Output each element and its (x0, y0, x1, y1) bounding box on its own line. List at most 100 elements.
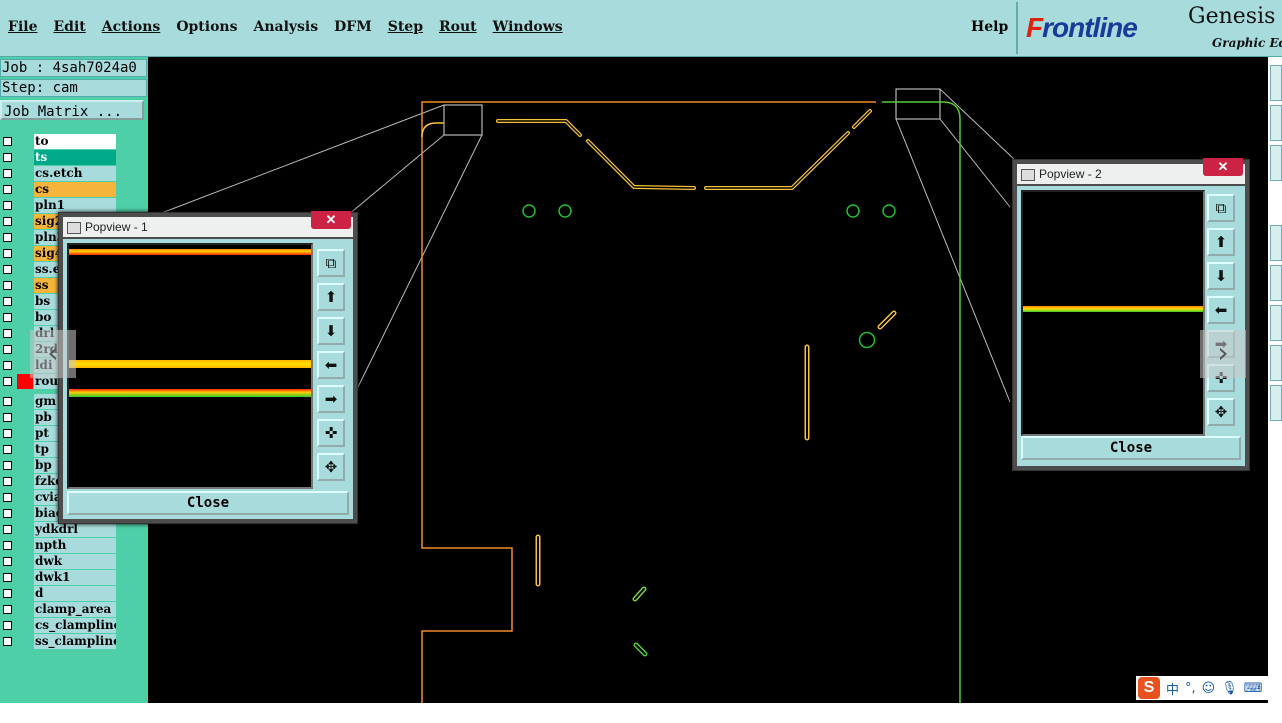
popview-2-close-icon[interactable]: ✕ (1203, 158, 1243, 176)
ime-emoji-icon[interactable]: ☺ (1202, 681, 1216, 696)
layer-checkbox[interactable] (3, 265, 12, 274)
menu-edit[interactable]: Edit (53, 19, 85, 35)
layer-checkbox[interactable] (3, 329, 12, 338)
ime-mic-icon[interactable]: 🎙 (1221, 681, 1238, 696)
layer-name: dwk1 (34, 570, 116, 585)
layer-checkbox[interactable] (3, 573, 12, 582)
job-matrix-button[interactable]: Job Matrix ... (0, 100, 144, 120)
layer-checkbox[interactable] (3, 477, 12, 486)
zoom-window-icon[interactable]: ⧉ (317, 249, 345, 277)
layer-row[interactable]: ss_clampline (0, 634, 118, 650)
popview-1-close-button[interactable]: Close (67, 491, 349, 515)
ime-keyboard-icon[interactable]: ⌨ (1244, 681, 1263, 696)
layer-checkbox[interactable] (3, 153, 12, 162)
layer-checkbox[interactable] (3, 313, 12, 322)
layer-row[interactable]: dwk (0, 554, 118, 570)
popview-2-close-button[interactable]: Close (1021, 436, 1241, 460)
layer-checkbox[interactable] (3, 297, 12, 306)
layer-checkbox[interactable] (3, 493, 12, 502)
layer-checkbox[interactable] (3, 201, 12, 210)
layer-row[interactable]: npth (0, 538, 118, 554)
toolbar-button[interactable] (1270, 65, 1282, 101)
layer-row[interactable]: ydkdrl (0, 522, 118, 538)
toolbar-button[interactable] (1270, 265, 1282, 301)
zoom-in-icon[interactable]: ✜ (317, 419, 345, 447)
layer-row[interactable]: cs_clampline (0, 618, 118, 634)
layer-checkbox[interactable] (3, 445, 12, 454)
menu-windows[interactable]: Windows (493, 19, 563, 35)
frontline-logo: Frontline (1026, 12, 1138, 44)
layer-checkbox[interactable] (3, 461, 12, 470)
ime-punct-icon[interactable]: °, (1185, 681, 1196, 696)
toolbar-button[interactable] (1270, 305, 1282, 341)
pan-down-icon[interactable]: ⬇ (1207, 262, 1235, 290)
layer-row[interactable]: clamp_area (0, 602, 118, 618)
layer-color-swatch (17, 474, 33, 489)
layer-checkbox[interactable] (3, 525, 12, 534)
popview-1-close-icon[interactable]: ✕ (311, 211, 351, 229)
toolbar-button[interactable] (1270, 225, 1282, 261)
layer-checkbox[interactable] (3, 429, 12, 438)
menu-options[interactable]: Options (176, 19, 237, 35)
layer-checkbox[interactable] (3, 185, 12, 194)
layer-row[interactable]: ts (0, 150, 118, 166)
layer-name: npth (34, 538, 116, 553)
popview-1-view[interactable] (67, 243, 313, 489)
menu-help[interactable]: Help (971, 19, 1008, 35)
layer-checkbox[interactable] (3, 249, 12, 258)
pan-left-icon[interactable]: ⬅ (317, 351, 345, 379)
layer-checkbox[interactable] (3, 413, 12, 422)
menu-dfm[interactable]: DFM (334, 19, 372, 35)
layer-checkbox[interactable] (3, 169, 12, 178)
layer-checkbox[interactable] (3, 509, 12, 518)
popview-1-titlebar[interactable]: Popview - 1 (63, 217, 353, 237)
layer-checkbox[interactable] (3, 137, 12, 146)
layer-checkbox[interactable] (3, 557, 12, 566)
layer-checkbox[interactable] (3, 541, 12, 550)
menu-file[interactable]: File (8, 19, 37, 35)
pan-right-icon[interactable]: ➡ (317, 385, 345, 413)
layer-checkbox[interactable] (3, 345, 12, 354)
leader-line (148, 104, 445, 219)
menu-step[interactable]: Step (388, 19, 423, 35)
layer-row[interactable]: cs.etch (0, 166, 118, 182)
zoom-out-icon[interactable]: ✥ (317, 453, 345, 481)
layer-checkbox[interactable] (3, 281, 12, 290)
layer-checkbox[interactable] (3, 361, 12, 370)
layer-checkbox[interactable] (3, 637, 12, 646)
toolbar-button[interactable] (1270, 385, 1282, 421)
menu-analysis[interactable]: Analysis (253, 19, 318, 35)
layer-checkbox[interactable] (3, 589, 12, 598)
next-arrow-icon[interactable]: › (1200, 330, 1246, 378)
leader-line (939, 88, 1017, 162)
pan-up-icon[interactable]: ⬆ (1207, 228, 1235, 256)
toolbar-button[interactable] (1270, 345, 1282, 381)
hole (522, 204, 536, 218)
layer-checkbox[interactable] (3, 233, 12, 242)
layer-checkbox[interactable] (3, 605, 12, 614)
brand-area: Frontline Genesis 2 Graphic Editor (1016, 2, 1282, 54)
toolbar-button[interactable] (1270, 145, 1282, 181)
layer-checkbox[interactable] (3, 377, 12, 386)
popview-2-view[interactable] (1021, 190, 1205, 436)
pan-up-icon[interactable]: ⬆ (317, 283, 345, 311)
menu-actions[interactable]: Actions (102, 19, 161, 35)
toolbar-button[interactable] (1270, 105, 1282, 141)
layer-checkbox[interactable] (3, 217, 12, 226)
menu-rout[interactable]: Rout (439, 19, 477, 35)
pan-down-icon[interactable]: ⬇ (317, 317, 345, 345)
pan-left-icon[interactable]: ⬅ (1207, 296, 1235, 324)
layer-row[interactable]: to (0, 134, 118, 150)
layer-checkbox[interactable] (3, 621, 12, 630)
layer-row[interactable]: cs (0, 182, 118, 198)
prev-arrow-icon[interactable]: ‹ (30, 330, 76, 378)
layer-color-swatch (17, 458, 33, 473)
zoom-out-icon[interactable]: ✥ (1207, 398, 1235, 426)
ime-lang[interactable]: 中 (1166, 679, 1179, 698)
layer-row[interactable]: dwk1 (0, 570, 118, 586)
sogou-icon[interactable]: S (1138, 677, 1160, 699)
menu-items: File Edit Actions Options Analysis DFM Step Rou… (8, 19, 579, 35)
layer-row[interactable]: d (0, 586, 118, 602)
zoom-window-icon[interactable]: ⧉ (1207, 194, 1235, 222)
layer-checkbox[interactable] (3, 397, 12, 406)
